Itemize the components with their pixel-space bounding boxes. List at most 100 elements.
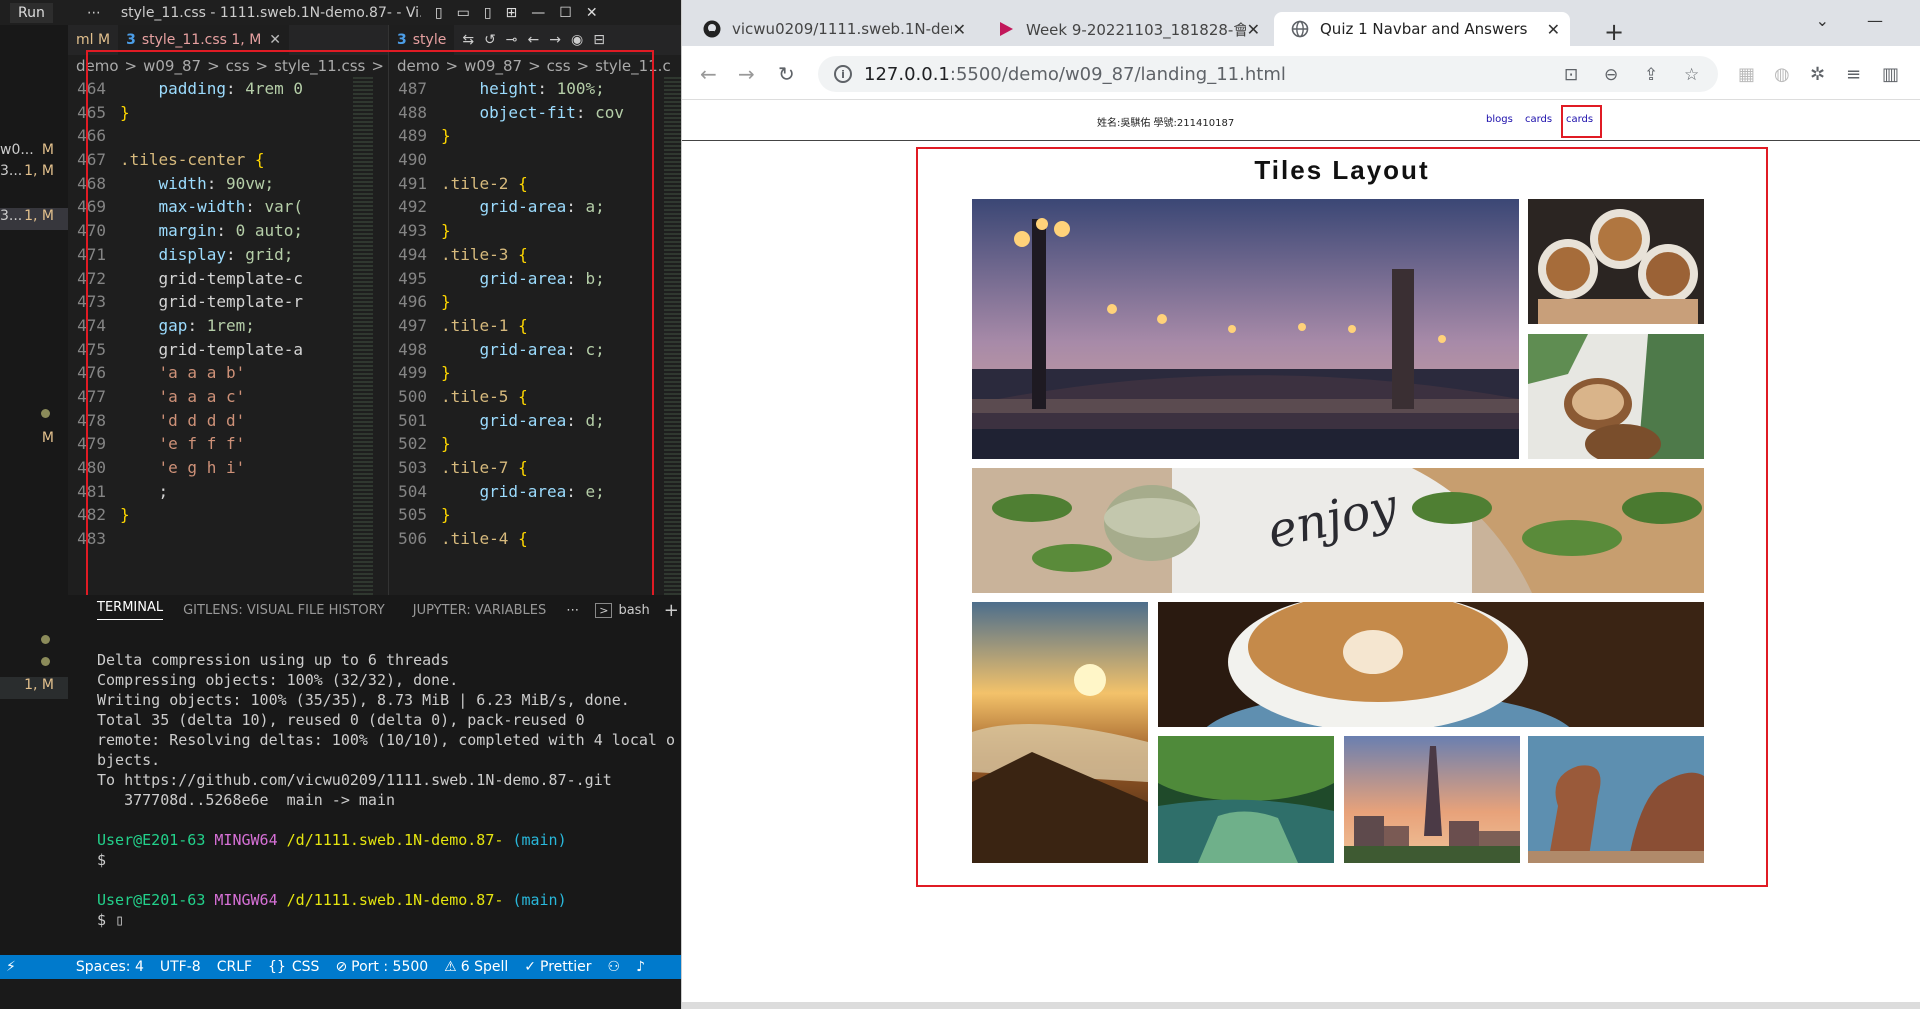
code-line[interactable]: 465} xyxy=(68,101,348,125)
status-eol[interactable]: CRLF xyxy=(217,959,252,975)
maximize-icon[interactable]: ☐ xyxy=(559,5,572,21)
breadcrumb-item[interactable]: css xyxy=(547,57,571,75)
scm-file-row[interactable]: M xyxy=(0,430,68,452)
browser-tab-active[interactable]: Quiz 1 Navbar and Answers ✕ xyxy=(1274,12,1570,46)
forward-icon[interactable]: → xyxy=(738,62,755,86)
code-line[interactable]: 479 'e f f f' xyxy=(68,432,348,456)
reload-icon[interactable]: ↻ xyxy=(778,62,795,86)
code-line[interactable]: 483 xyxy=(68,527,348,551)
code-line[interactable]: 494 .tile-3 { xyxy=(389,243,659,267)
extension-icon[interactable]: ◍ xyxy=(1774,64,1790,85)
more-icon[interactable]: ⋯ xyxy=(566,603,579,618)
tab-jupyter[interactable]: JUPYTER: VARIABLES xyxy=(413,603,547,618)
code-line[interactable]: 503 .tile-7 { xyxy=(389,456,659,480)
arrow-right-icon[interactable]: → xyxy=(549,32,561,48)
site-info-icon[interactable]: i xyxy=(834,65,852,83)
nav-link-blogs[interactable]: blogs xyxy=(1486,114,1513,125)
status-spaces[interactable]: Spaces: 4 xyxy=(76,959,144,975)
puzzle-icon[interactable]: ✲ xyxy=(1810,64,1825,85)
status-language[interactable]: CSS xyxy=(292,959,320,975)
code-line[interactable]: 498 grid-area: c; xyxy=(389,338,659,362)
git-commit-icon[interactable]: ⊸ xyxy=(506,32,518,48)
scm-file-row[interactable]: 3... 1, M xyxy=(0,163,68,185)
code-line[interactable]: 475 grid-template-a xyxy=(68,338,348,362)
code-line[interactable]: 490 xyxy=(389,148,659,172)
code-line[interactable]: 468 width: 90vw; xyxy=(68,172,348,196)
code-line[interactable]: 500 .tile-5 { xyxy=(389,385,659,409)
breadcrumb-item[interactable]: w09_87 xyxy=(143,57,201,75)
bell-icon[interactable]: ♪ xyxy=(636,959,645,975)
tab-gitlens[interactable]: GITLENS: VISUAL FILE HISTORY xyxy=(183,603,385,618)
breadcrumb-item[interactable]: w09_87 xyxy=(464,57,522,75)
run-menu[interactable]: Run xyxy=(10,2,53,23)
code-line[interactable]: 472 grid-template-c xyxy=(68,267,348,291)
code-line[interactable]: 492 grid-area: a; xyxy=(389,195,659,219)
minimize-icon[interactable]: — xyxy=(531,5,545,21)
close-tab-icon[interactable]: ✕ xyxy=(269,32,281,48)
code-line[interactable]: 464 padding: 4rem 0 xyxy=(68,77,348,101)
breadcrumb-item[interactable]: style_11.c xyxy=(595,57,671,75)
code-line[interactable]: 467 .tiles-center { xyxy=(68,148,348,172)
zoom-icon[interactable]: ⊖ xyxy=(1604,65,1618,85)
code-line[interactable]: 474 gap: 1rem; xyxy=(68,314,348,338)
status-prettier[interactable]: Prettier xyxy=(540,959,592,975)
status-port[interactable]: Port : 5500 xyxy=(351,959,428,975)
close-tab-icon[interactable]: ✕ xyxy=(1247,20,1260,39)
code-line[interactable]: 480 'e g h i' xyxy=(68,456,348,480)
browser-tab-video[interactable]: Week 9-20221103_181828-會議 ✕ xyxy=(980,12,1270,46)
sidebar-toggle-icon[interactable]: ▯ xyxy=(435,5,443,21)
breadcrumb-item[interactable]: style_11.css xyxy=(274,57,365,75)
code-line[interactable]: 502} xyxy=(389,432,659,456)
tab-style-css[interactable]: 3 style xyxy=(389,25,455,55)
code-editor-left[interactable]: 464 padding: 4rem 0 465} 466 467 .tiles-cent… xyxy=(68,77,348,551)
scm-file-row[interactable]: 1, M xyxy=(0,677,68,699)
tab-style-11-css[interactable]: 3 style_11.css 1, M ✕ xyxy=(118,25,290,55)
breadcrumb-item[interactable]: demo xyxy=(76,57,119,75)
code-editor-right[interactable]: 487 height: 100%; 488 object-fit: cov 489}… xyxy=(389,77,659,551)
status-spell[interactable]: 6 Spell xyxy=(461,959,509,975)
translate-icon[interactable]: ⊡ xyxy=(1564,65,1578,85)
code-line[interactable]: 473 grid-template-r xyxy=(68,290,348,314)
code-line[interactable]: 481 ; xyxy=(68,480,348,504)
secondary-sidebar-icon[interactable]: ▯ xyxy=(484,5,492,21)
minimize-icon[interactable]: — xyxy=(1867,11,1883,30)
code-line[interactable]: 478 'd d d d' xyxy=(68,409,348,433)
close-icon[interactable]: ✕ xyxy=(586,5,598,21)
code-line[interactable]: 497 .tile-1 { xyxy=(389,314,659,338)
more-menu-icon[interactable]: ⋯ xyxy=(87,5,101,21)
close-tab-icon[interactable]: ✕ xyxy=(1547,20,1560,39)
code-line[interactable]: 489} xyxy=(389,124,659,148)
accounts-icon[interactable]: ⚇ xyxy=(608,959,621,975)
arrow-left-icon[interactable]: ← xyxy=(528,32,540,48)
scm-file-row[interactable]: 3... 1, M xyxy=(0,208,68,230)
code-line[interactable]: 493} xyxy=(389,219,659,243)
breadcrumb-item[interactable]: css xyxy=(226,57,250,75)
code-line[interactable]: 506 .tile-4 { xyxy=(389,527,659,551)
tab-search-icon[interactable]: ⌄ xyxy=(1816,11,1829,30)
code-line[interactable]: 482} xyxy=(68,503,348,527)
panel-toggle-icon[interactable]: ▭ xyxy=(457,5,470,21)
side-panel-icon[interactable]: ▥ xyxy=(1882,64,1899,85)
shell-name[interactable]: bash xyxy=(618,603,649,618)
code-line[interactable]: 471 display: grid; xyxy=(68,243,348,267)
split-editor-icon[interactable]: ⊟ xyxy=(593,32,605,48)
close-tab-icon[interactable]: ✕ xyxy=(953,20,966,39)
tab-previous-file[interactable]: ml M xyxy=(68,25,118,55)
address-bar[interactable]: i 127.0.0.1:5500/demo/w09_87/landing_11.… xyxy=(818,56,1718,92)
code-line[interactable]: 476 'a a a b' xyxy=(68,361,348,385)
code-line[interactable]: 488 object-fit: cov xyxy=(389,101,659,125)
bookmark-star-icon[interactable]: ☆ xyxy=(1684,65,1699,85)
code-line[interactable]: 487 height: 100%; xyxy=(389,77,659,101)
minimap[interactable] xyxy=(353,77,373,597)
browser-tab-github[interactable]: vicwu0209/1111.sweb.1N-dem ✕ xyxy=(686,12,976,46)
code-line[interactable]: 504 grid-area: e; xyxy=(389,480,659,504)
code-line[interactable]: 496} xyxy=(389,290,659,314)
code-line[interactable]: 501 grid-area: d; xyxy=(389,409,659,433)
code-line[interactable]: 469 max-width: var( xyxy=(68,195,348,219)
extension-icon[interactable]: ▦ xyxy=(1738,64,1755,85)
code-line[interactable]: 477 'a a a c' xyxy=(68,385,348,409)
remote-icon[interactable]: ⚡ xyxy=(6,959,16,975)
compare-icon[interactable]: ⇆ xyxy=(462,32,474,48)
code-line[interactable]: 499} xyxy=(389,361,659,385)
history-icon[interactable]: ↺ xyxy=(484,32,496,48)
